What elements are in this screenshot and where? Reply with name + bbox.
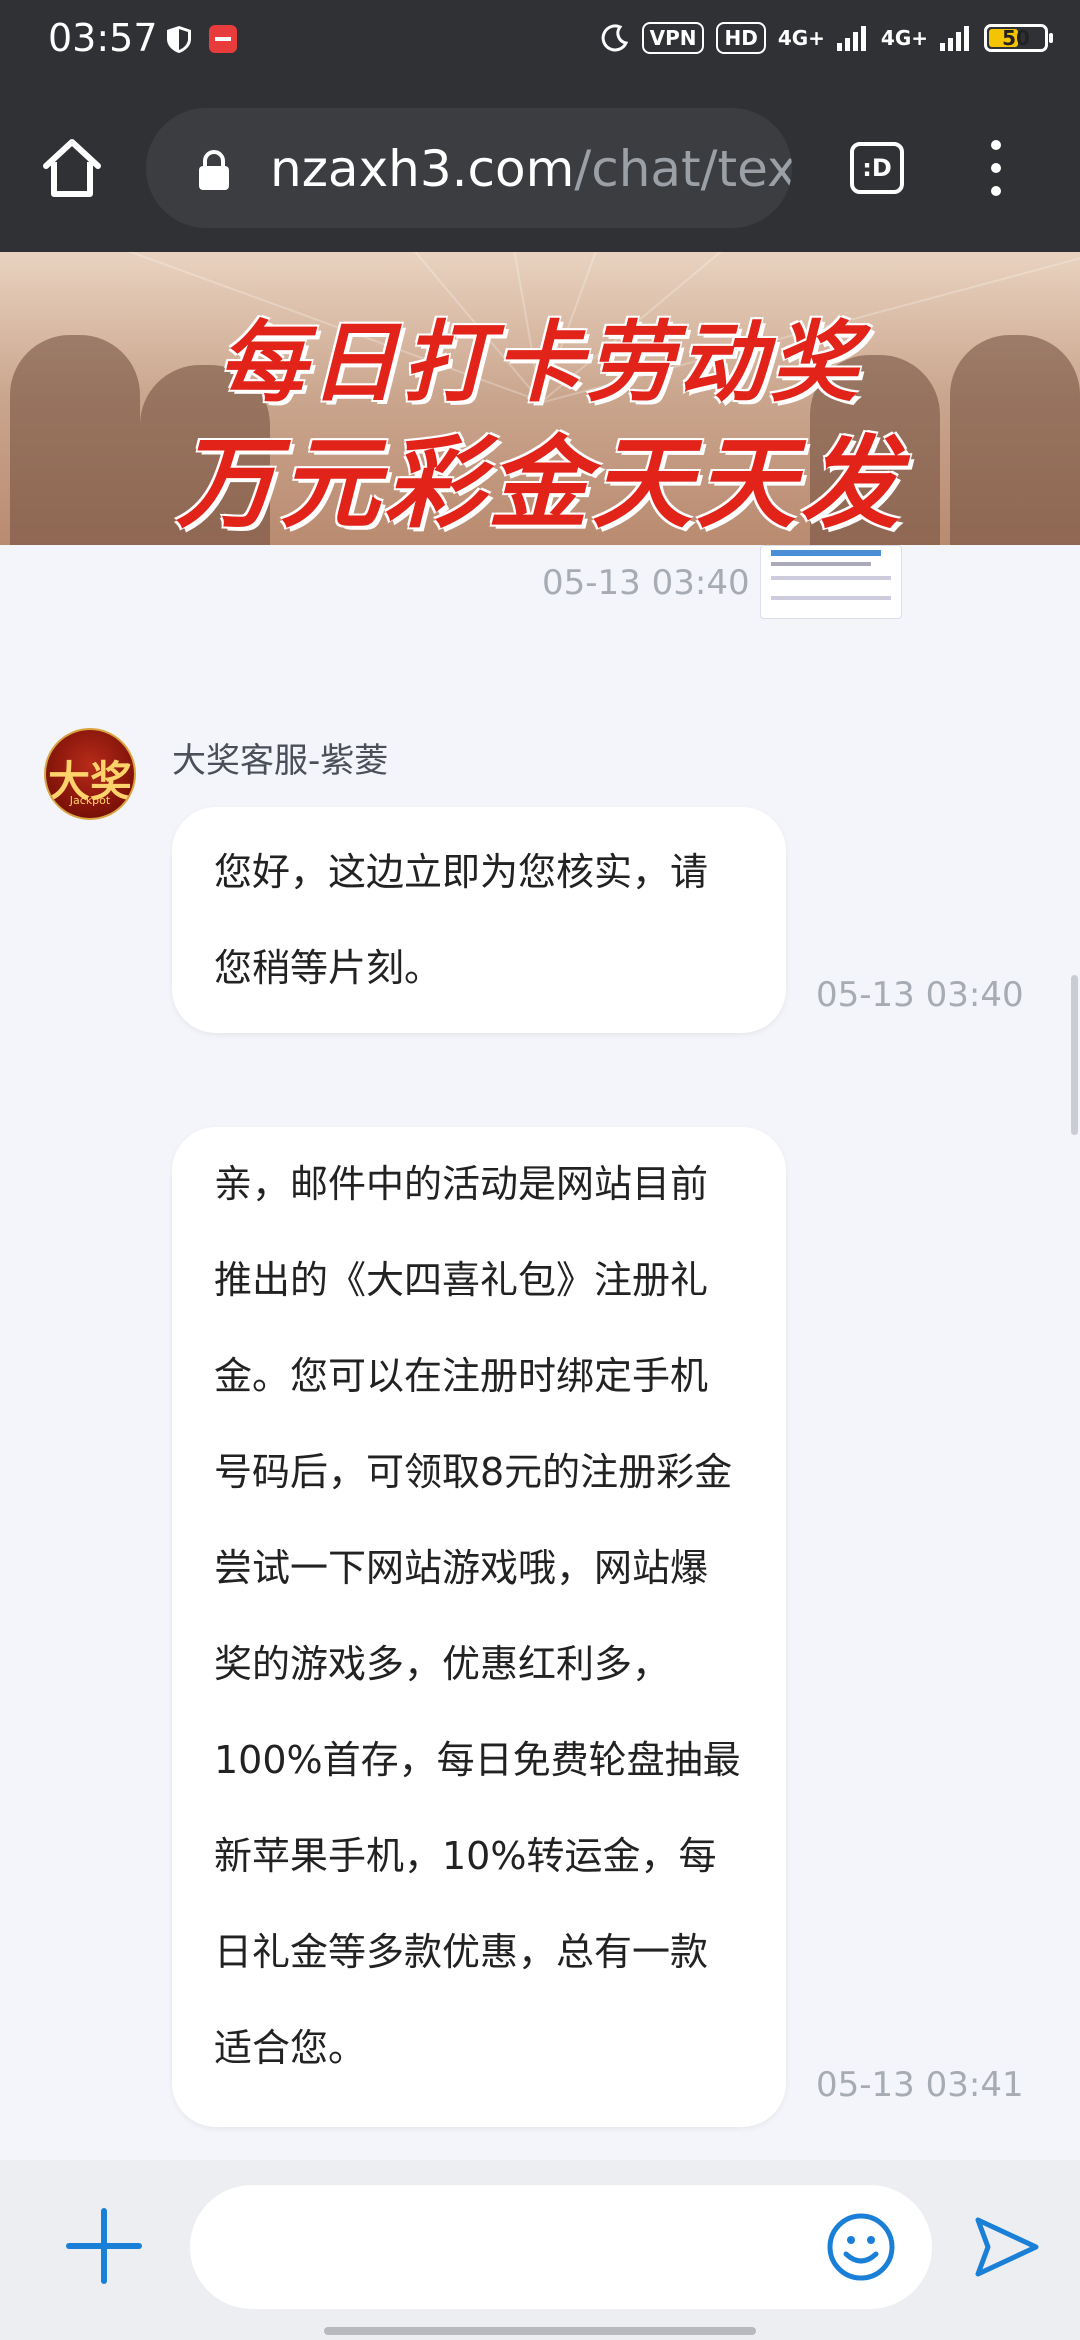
message-line: 日礼金等多款优惠，总有一款 [214,1930,709,1974]
url-domain: nzaxh3.com [270,140,575,198]
hd-badge: HD [716,22,766,54]
home-icon[interactable] [40,136,104,200]
address-bar[interactable]: nzaxh3.com/chat/text [146,108,792,228]
app-notification-icon [209,25,237,53]
message-line: 号码后，可领取8元的注册彩金 [214,1450,733,1494]
message-line: 100%首存，每日免费轮盘抽最 [214,1738,741,1782]
battery-level: 50 [1002,26,1030,50]
avatar-logo-subtext: Jackpot [69,794,111,807]
url-text[interactable]: nzaxh3.com/chat/text [270,140,792,198]
network-2-label: 4G+ [880,26,928,50]
chat-scrollbar[interactable] [1071,975,1078,1135]
agent-avatar[interactable]: 大奖 Jackpot [44,728,136,820]
browser-top-bar: 03:57 VPN HD 4G+ 4G+ 50 nzaxh3.com/chat/… [0,0,1080,252]
tab-switcher-button[interactable]: :D [850,142,904,194]
promo-banner[interactable]: 每日打卡劳动奖 万元彩金天天发 [0,252,1080,545]
message-line: 尝试一下网站游戏哦，网站爆 [214,1546,709,1590]
banner-subheadline: 万元彩金天天发 [176,425,904,542]
chat-messages[interactable]: 05-13 03:40 大奖 Jackpot 大奖客服-紫菱 您好，这边立即为您… [0,545,1080,2160]
message-timestamp: 05-13 03:40 [816,975,1024,1015]
message-bubble[interactable]: 您好，这边立即为您核实，请 您稍等片刻。 [172,807,786,1033]
message-line: 金。您可以在注册时绑定手机 [214,1354,709,1398]
sender-name: 大奖客服-紫菱 [172,741,389,781]
message-input[interactable] [190,2185,932,2309]
message-line: 适合您。 [214,2026,367,2070]
add-attachment-button[interactable] [66,2208,142,2284]
message-bubble[interactable]: 亲，邮件中的活动是网站目前 推出的《大四喜礼包》注册礼 金。您可以在注册时绑定手… [172,1127,786,2127]
gesture-home-bar[interactable] [324,2327,756,2335]
status-right: VPN HD 4G+ 4G+ 50 [600,22,1053,54]
message-line: 您好，这边立即为您核实，请 [214,850,709,894]
shield-icon [167,26,191,53]
image-thumbnail[interactable] [760,545,902,619]
send-icon[interactable] [972,2212,1042,2282]
message-line: 亲，邮件中的活动是网站目前 [214,1162,709,1206]
status-bar: 03:57 VPN HD 4G+ 4G+ 50 [0,0,1080,84]
message-line: 新苹果手机，10%转运金，每 [214,1834,717,1878]
lock-icon [199,150,229,190]
battery-icon: 50 [984,24,1053,52]
vpn-badge: VPN [641,22,705,54]
network-1-label: 4G+ [777,26,825,50]
message-timestamp: 05-13 03:41 [816,2065,1024,2105]
url-path: /chat/text [574,140,792,198]
banner-headline: 每日打卡劳动奖 [217,311,862,414]
signal-1-icon [836,26,866,51]
moon-icon [601,24,628,52]
image-timestamp: 05-13 03:40 [542,563,750,603]
more-options-icon[interactable] [990,140,1002,200]
message-line: 奖的游戏多，优惠红利多， [214,1642,671,1686]
status-time: 03:57 [48,16,158,60]
message-line: 推出的《大四喜礼包》注册礼 [214,1258,709,1302]
message-line: 您稍等片刻。 [214,946,443,990]
signal-2-icon [940,26,969,51]
emoji-icon[interactable] [826,2212,896,2282]
